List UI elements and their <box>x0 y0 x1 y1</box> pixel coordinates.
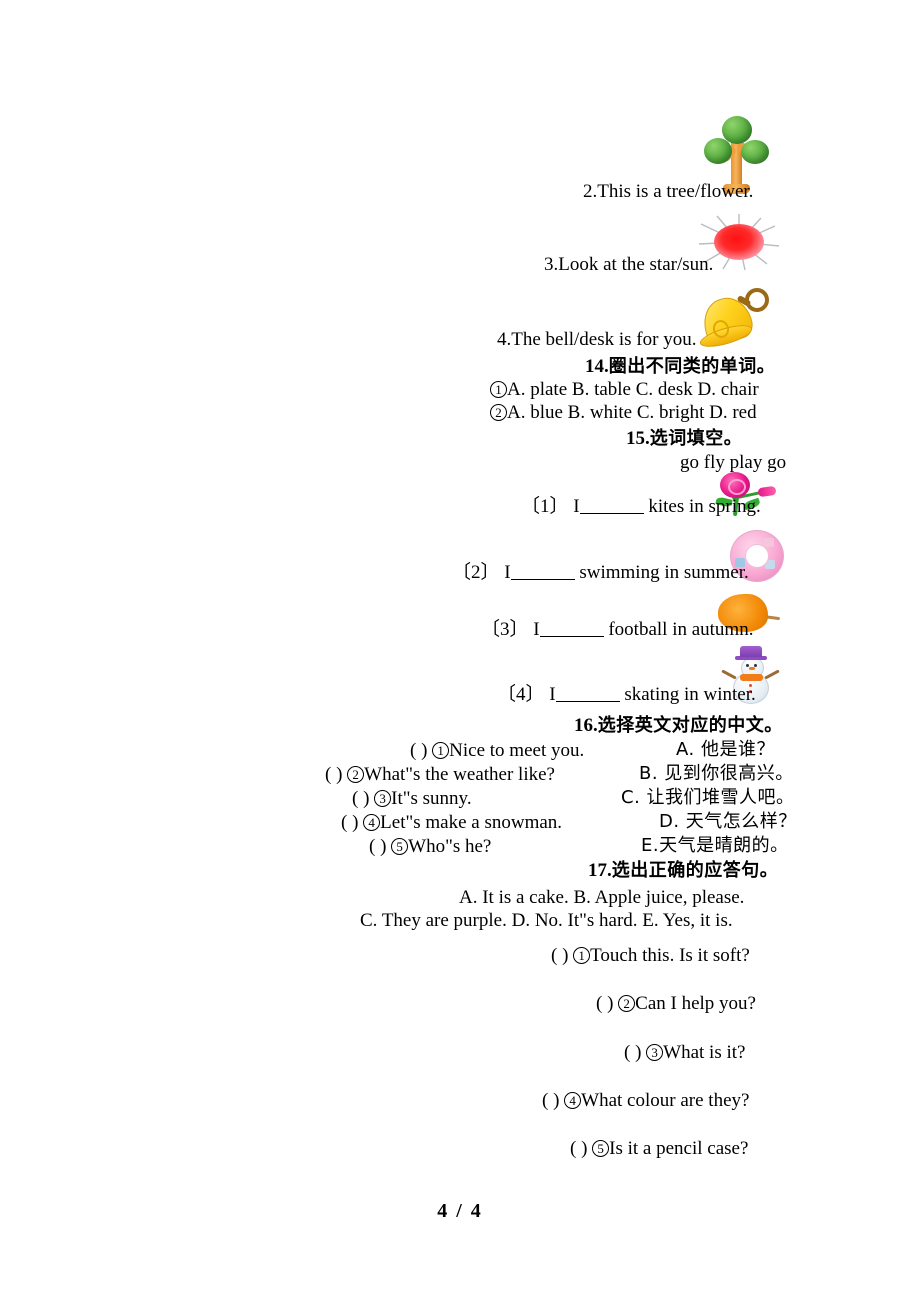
section-17-heading-cn: 选出正确的应答句。 <box>611 860 779 881</box>
question-text: What is it? <box>663 1042 746 1063</box>
question-text: What"s the weather like? <box>364 764 555 785</box>
section-16-heading-cn: 选择英文对应的中文。 <box>597 715 783 736</box>
answer-paren[interactable]: ( ) <box>596 993 613 1014</box>
circled-marker: 2 <box>618 995 636 1012</box>
circled-marker: 3 <box>646 1044 664 1061</box>
circled-marker: 2 <box>347 766 365 783</box>
section-17-question-3: ( ) 3 What is it? <box>624 1043 745 1062</box>
answer-paren[interactable]: ( ) <box>570 1138 587 1159</box>
section-15-item-3: 〔3〕 I football in autumn. <box>481 620 753 639</box>
section-17-question-1: ( ) 1 Touch this. Is it soft? <box>551 946 750 965</box>
answer-blank[interactable] <box>555 687 620 702</box>
circled-marker: 4 <box>564 1092 582 1109</box>
question-text: Let"s make a snowman. <box>380 812 563 833</box>
worksheet-page: 2.This is a tree/flower. 3.Look at the s… <box>0 0 920 1302</box>
section-14-heading-cn: 圈出不同类的单词。 <box>608 356 776 377</box>
section-16-number: 16. <box>574 715 598 736</box>
section-17-heading: 17.选出正确的应答句。 <box>588 861 778 880</box>
section-15-word-bank: go fly play go <box>680 452 787 473</box>
circled-marker: 1 <box>432 742 450 759</box>
answer-paren[interactable]: ( ) <box>542 1090 559 1111</box>
question-text: Touch this. Is it soft? <box>590 945 750 966</box>
answer-paren[interactable]: ( ) <box>352 788 369 809</box>
question-text: Is it a pencil case? <box>609 1138 749 1159</box>
question-text: What colour are they? <box>581 1090 750 1111</box>
item-marker: 〔3〕 <box>481 619 529 640</box>
item-post-text: swimming in summer. <box>579 562 749 583</box>
section-15-item-4: 〔4〕 I skating in winter. <box>497 685 756 704</box>
picture-sentence-2: 2.This is a tree/flower. <box>583 181 754 202</box>
answer-paren[interactable]: ( ) <box>624 1042 641 1063</box>
section-17-question-4: ( ) 4 What colour are they? <box>542 1091 749 1110</box>
answer-blank[interactable] <box>579 499 644 514</box>
section-17-question-2: ( ) 2 Can I help you? <box>596 994 756 1013</box>
answer-paren[interactable]: ( ) <box>410 740 427 761</box>
section-15-heading-cn: 选词填空。 <box>649 428 743 449</box>
section-16-answer-d: D. 天气怎么样？ <box>659 811 797 832</box>
section-16-question-2: ( ) 2 What"s the weather like? <box>325 765 555 784</box>
circled-marker: 5 <box>391 838 409 855</box>
section-16-answer-c: C. 让我们堆雪人吧。 <box>621 787 795 808</box>
item-marker: 〔4〕 <box>497 684 545 705</box>
section-17-choices-line-2: C. They are purple. D. No. It"s hard. E.… <box>360 910 733 931</box>
section-16-answer-a: A. 他是谁？ <box>676 739 775 760</box>
section-14-item-2-options[interactable]: A. blue B. white C. bright D. red <box>507 402 757 423</box>
section-14-heading: 14.圈出不同类的单词。 <box>585 357 775 376</box>
section-16-question-3: ( ) 3 It"s sunny. <box>352 789 472 808</box>
section-17-number: 17. <box>588 860 612 881</box>
item-marker: 〔1〕 <box>521 496 569 517</box>
answer-paren[interactable]: ( ) <box>369 836 386 857</box>
circled-marker: 1 <box>573 947 591 964</box>
item-post-text: skating in winter. <box>624 684 756 705</box>
question-text: Can I help you? <box>635 993 756 1014</box>
section-17-question-5: ( ) 5 Is it a pencil case? <box>570 1139 748 1158</box>
answer-paren[interactable]: ( ) <box>341 812 358 833</box>
answer-paren[interactable]: ( ) <box>325 764 342 785</box>
circled-marker: 3 <box>374 790 392 807</box>
circled-marker: 4 <box>363 814 381 831</box>
bell-icon <box>697 284 775 352</box>
section-16-question-4: ( ) 4 Let"s make a snowman. <box>341 813 562 832</box>
picture-sentence-3: 3.Look at the star/sun. <box>544 254 714 275</box>
circled-marker: 5 <box>592 1140 610 1157</box>
section-14-item-2: 2 A. blue B. white C. bright D. red <box>490 403 757 422</box>
section-15-number: 15. <box>626 428 650 449</box>
question-text: Who"s he? <box>408 836 492 857</box>
picture-sentence-4: 4.The bell/desk is for you. <box>497 329 697 350</box>
circled-marker: 2 <box>490 404 507 421</box>
item-post-text: football in autumn. <box>608 619 754 640</box>
section-14-number: 14. <box>585 356 609 377</box>
item-post-text: kites in spring. <box>648 496 761 517</box>
section-15-item-2: 〔2〕 I swimming in summer. <box>452 563 749 582</box>
section-14-item-1: 1 A. plate B. table C. desk D. chair <box>490 380 759 399</box>
answer-blank[interactable] <box>510 565 575 580</box>
section-16-answer-e: E.天气是晴朗的。 <box>641 835 789 856</box>
section-15-item-1: 〔1〕 I kites in spring. <box>521 497 761 516</box>
section-16-answer-b: B. 见到你很高兴。 <box>639 763 794 784</box>
answer-blank[interactable] <box>539 622 604 637</box>
section-16-question-5: ( ) 5 Who"s he? <box>369 837 491 856</box>
section-15-heading: 15.选词填空。 <box>626 429 742 448</box>
section-16-heading: 16.选择英文对应的中文。 <box>574 716 783 735</box>
item-marker: 〔2〕 <box>452 562 500 583</box>
section-14-item-1-options[interactable]: A. plate B. table C. desk D. chair <box>507 379 759 400</box>
section-16-question-1: ( ) 1 Nice to meet you. <box>410 741 584 760</box>
answer-paren[interactable]: ( ) <box>551 945 568 966</box>
page-number: 4 / 4 <box>437 1200 483 1222</box>
section-17-choices-line-1: A. It is a cake. B. Apple juice, please. <box>459 887 745 908</box>
circled-marker: 1 <box>490 381 507 398</box>
question-text: Nice to meet you. <box>449 740 585 761</box>
question-text: It"s sunny. <box>391 788 472 809</box>
